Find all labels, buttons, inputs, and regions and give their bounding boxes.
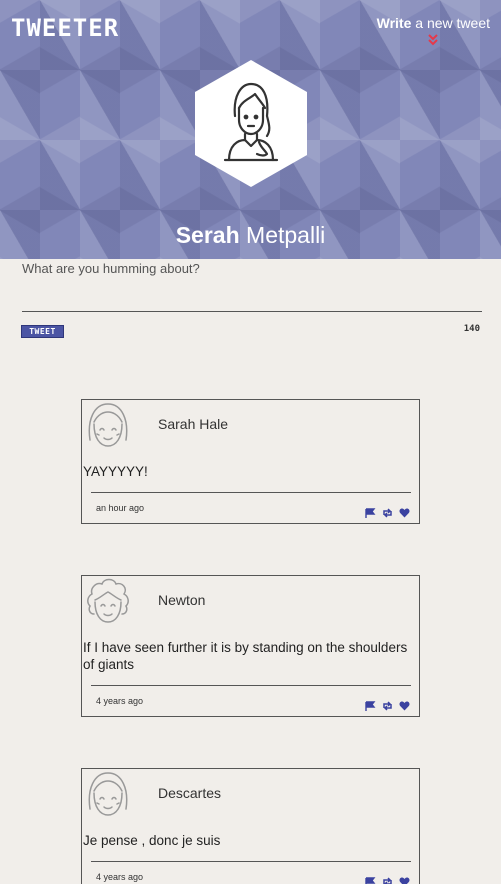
write-link-rest: a new tweet [411,15,490,31]
flag-icon[interactable] [365,503,376,518]
char-counter: 140 [463,324,480,334]
write-new-tweet-link[interactable]: Write a new tweet [377,15,490,47]
curly-hair-avatar-icon [87,578,129,623]
tweet-card: Newton If I have seen further it is by s… [81,575,420,717]
tweet-divider [91,685,411,686]
tweet-author[interactable]: Descartes [158,785,221,801]
flag-icon[interactable] [365,872,376,884]
retweet-icon[interactable] [382,503,393,518]
compose-area [22,260,482,316]
profile-last-name: Metpalli [239,222,326,248]
heart-icon[interactable] [399,503,410,518]
tweet-divider [91,492,411,493]
retweet-icon[interactable] [382,872,393,884]
tweet-divider [91,861,411,862]
tweet-card: Descartes Je pense , donc je suis 4 year… [81,768,420,884]
flag-icon[interactable] [365,696,376,711]
tweet-actions [365,696,410,711]
tweet-author[interactable]: Newton [158,592,205,608]
profile-name: Serah Metpalli [0,222,501,249]
tweet-card: Sarah Hale YAYYYYY! an hour ago [81,399,420,524]
girl-avatar-icon [88,403,128,447]
tweet-button[interactable]: TWEET [21,325,64,338]
tweet-actions [365,872,410,884]
tweet-text: YAYYYYY! [83,464,148,479]
heart-icon[interactable] [399,696,410,711]
heart-icon[interactable] [399,872,410,884]
profile-header: TWEETER Write a new tweet Serah Metpalli [0,0,501,259]
tweet-time: 4 years ago [96,872,144,882]
tweet-time: an hour ago [96,503,145,513]
double-chevron-down-icon[interactable] [426,33,440,47]
tweet-text: Je pense , donc je suis [83,833,221,848]
girl-avatar-icon [88,772,128,816]
tweet-input[interactable] [22,260,482,312]
write-link-bold: Write [376,15,412,31]
tweet-actions [365,503,410,518]
profile-first-name: Serah [175,222,240,248]
tweet-author[interactable]: Sarah Hale [158,416,228,432]
retweet-icon[interactable] [382,696,393,711]
tweet-time: 4 years ago [96,696,144,706]
tweet-text: If I have seen further it is by standing… [83,640,408,672]
profile-avatar-icon [195,60,307,187]
app-logo[interactable]: TWEETER [11,14,119,42]
